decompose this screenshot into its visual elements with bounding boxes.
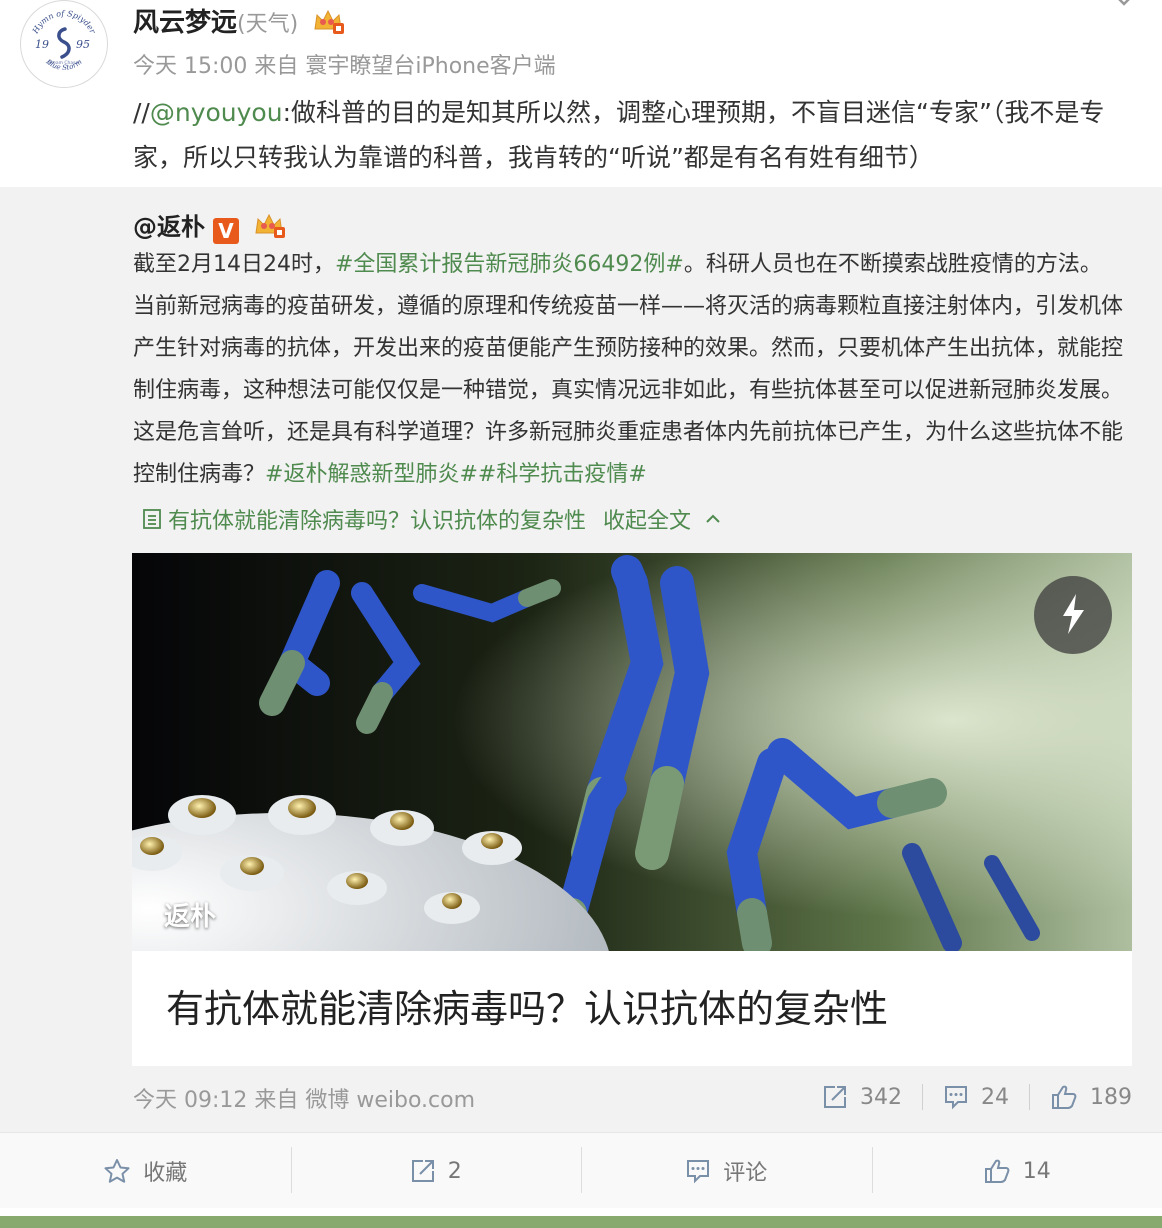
- share-button[interactable]: 2: [290, 1133, 582, 1209]
- post-meta: 今天 15:00 来自 寰宇瞭望台iPhone客户端: [133, 54, 556, 79]
- thumbs-up-icon: [984, 1159, 1010, 1183]
- mention-link[interactable]: @nyouyou: [150, 98, 283, 127]
- card-title[interactable]: 有抗体就能清除病毒吗？认识抗体的复杂性: [166, 978, 888, 1033]
- collapse-button[interactable]: 收起全文: [603, 509, 691, 534]
- reposted-post: @返朴 V 截至2月14日24时，#全国累计报告新冠肺炎66492例#。科研人员也…: [0, 187, 1162, 1132]
- verified-icon: V: [213, 218, 239, 244]
- comment-icon: [687, 1160, 710, 1184]
- repost-actions: 342 24 189: [822, 1080, 1132, 1114]
- repost-prefix: //: [133, 98, 150, 127]
- article-link-text[interactable]: 有抗体就能清除病毒吗？认识抗体的复杂性: [168, 509, 586, 534]
- share-count: 2: [447, 1158, 462, 1184]
- avatar[interactable]: Hymn of Spiyder 19 95 Dream Chaser Blue …: [20, 0, 108, 88]
- comment-label: 评论: [723, 1161, 768, 1186]
- post-username[interactable]: 风云梦远(天气): [133, 2, 346, 42]
- document-icon: [143, 509, 161, 529]
- like-count: 14: [1022, 1158, 1051, 1184]
- lightning-icon: [1063, 594, 1084, 634]
- comment-icon: [945, 1086, 967, 1110]
- article-link[interactable]: 有抗体就能清除病毒吗？认识抗体的复杂性 收起全文: [142, 503, 722, 535]
- bottom-action-bar: 收藏 2 评论 14: [0, 1132, 1162, 1209]
- avatar-year-b: 95: [76, 38, 90, 51]
- divider: [922, 1084, 923, 1110]
- article-card[interactable]: 返朴 有抗体就能清除病毒吗？认识抗体的复杂性: [132, 553, 1132, 1066]
- like-count: 189: [1090, 1084, 1132, 1110]
- svg-text:Hymn of Spiyder: Hymn of Spiyder: [30, 9, 97, 36]
- like-button[interactable]: 14: [871, 1133, 1162, 1209]
- post-text: //@nyouyou:做科普的目的是知其所以然，调整心理预期，不盲目迷信“专家”…: [133, 90, 1133, 180]
- avatar-year-a: 19: [35, 38, 49, 51]
- quick-view-button[interactable]: [1034, 576, 1112, 654]
- chevron-up-icon[interactable]: [704, 512, 722, 526]
- repost-author-name[interactable]: @返朴: [133, 213, 205, 241]
- repost-share-button[interactable]: 342: [822, 1084, 902, 1110]
- hashtag-link[interactable]: #全国累计报告新冠肺炎66492例#: [335, 252, 684, 277]
- bottom-accent-bar: [0, 1208, 1162, 1228]
- crown-badge-icon: [312, 7, 346, 42]
- share-count: 342: [860, 1084, 902, 1110]
- avatar-bottom-text: Blue Storm: [44, 57, 84, 72]
- hashtag-link[interactable]: #科学抗击疫情#: [478, 462, 647, 487]
- favorite-label: 收藏: [143, 1161, 188, 1186]
- username-text[interactable]: 风云梦远: [133, 8, 237, 38]
- repost-author[interactable]: @返朴 V: [133, 207, 287, 245]
- thumbs-up-icon: [1052, 1085, 1077, 1109]
- svg-text:Blue Storm: Blue Storm: [44, 57, 84, 72]
- crown-badge-icon: [253, 211, 287, 245]
- avatar-top-text: Hymn of Spiyder: [30, 9, 97, 36]
- repost-comment-button[interactable]: 24: [943, 1084, 1009, 1110]
- image-watermark: 返朴: [164, 902, 217, 932]
- original-post: Hymn of Spiyder 19 95 Dream Chaser Blue …: [0, 0, 1162, 187]
- divider: [1029, 1084, 1030, 1110]
- repost-like-button[interactable]: 189: [1050, 1084, 1132, 1110]
- repost-text: 截至2月14日24时，#全国累计报告新冠肺炎66492例#。科研人员也在不断摸索…: [133, 244, 1123, 496]
- comment-button[interactable]: 评论: [581, 1133, 872, 1209]
- chevron-down-icon[interactable]: [1110, 0, 1138, 14]
- share-icon: [411, 1160, 434, 1182]
- hashtag-link[interactable]: #返朴解惑新型肺炎#: [265, 462, 478, 487]
- favorite-button[interactable]: 收藏: [0, 1133, 291, 1209]
- repost-meta: 今天 09:12 来自 微博 weibo.com: [133, 1088, 476, 1113]
- repost-text-part2: 。科研人员也在不断摸索战胜疫情的方法。当前新冠病毒的疫苗研发，遵循的原理和传统疫…: [133, 252, 1124, 487]
- comment-count: 24: [981, 1084, 1009, 1110]
- article-cover-image[interactable]: [132, 553, 1132, 951]
- username-label: (天气): [237, 12, 299, 37]
- repost-text-part1: 截至2月14日24时，: [133, 252, 335, 277]
- share-icon: [824, 1086, 846, 1108]
- star-icon: [104, 1159, 130, 1183]
